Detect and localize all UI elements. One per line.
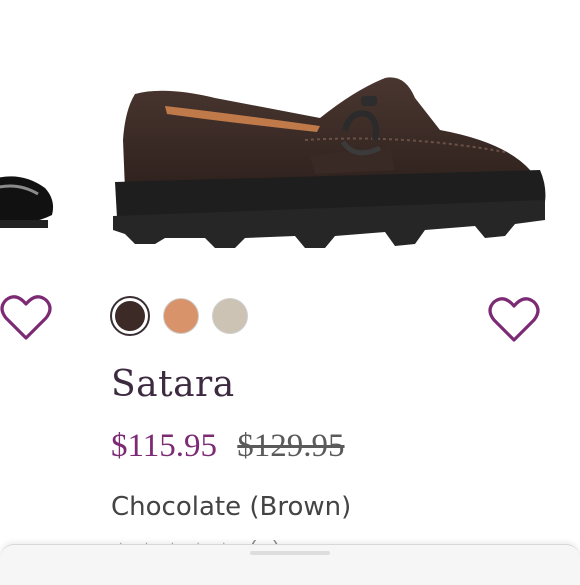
original-price: $129.95 — [237, 428, 345, 464]
favorite-heart-icon[interactable] — [488, 296, 540, 344]
swatch-dot — [115, 301, 145, 331]
swatch-dot — [212, 298, 248, 334]
previous-product-image[interactable] — [0, 160, 60, 250]
selected-color-name: Chocolate (Brown) — [111, 492, 352, 522]
sheet-handle[interactable] — [250, 551, 330, 555]
swatch-chocolate[interactable] — [110, 296, 150, 336]
product-name[interactable]: Satara — [111, 364, 235, 405]
swatch-dot — [163, 298, 199, 334]
favorite-heart-icon-prev[interactable] — [0, 294, 52, 342]
product-card-stage: Satara $115.95 $129.95 Chocolate (Brown)… — [0, 0, 580, 585]
swatch-stone[interactable] — [212, 298, 248, 334]
sale-price: $115.95 — [111, 428, 218, 464]
bottom-sheet[interactable] — [0, 544, 580, 585]
color-swatches — [110, 296, 248, 336]
product-image[interactable] — [105, 70, 550, 260]
price-block: $115.95 $129.95 — [111, 428, 345, 465]
swatch-tan[interactable] — [163, 298, 199, 334]
